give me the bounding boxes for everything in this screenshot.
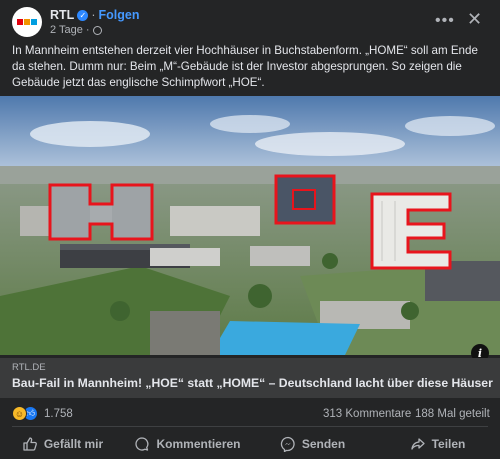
time-separator: · xyxy=(85,24,90,36)
verified-badge-icon: ✓ xyxy=(77,9,89,21)
globe-icon xyxy=(92,25,102,35)
more-icon[interactable]: ••• xyxy=(435,12,455,30)
divider xyxy=(12,426,488,427)
follow-button[interactable]: Folgen xyxy=(98,8,139,22)
share-icon xyxy=(410,437,425,450)
post-image[interactable] xyxy=(0,96,500,355)
aerial-photo xyxy=(0,96,500,355)
comment-button[interactable]: Kommentieren xyxy=(125,428,250,459)
post-text: In Mannheim entstehen derzeit vier Hochh… xyxy=(12,44,478,89)
comment-label: Kommentieren xyxy=(156,436,241,451)
link-domain: RTL.DE xyxy=(12,362,46,373)
separator: · xyxy=(91,8,96,22)
like-label: Gefällt mir xyxy=(43,436,104,451)
post-meta: 2 Tage · xyxy=(50,24,102,36)
share-button[interactable]: Teilen xyxy=(375,428,500,459)
action-bar: Gefällt mir Kommentieren Senden Teilen xyxy=(0,428,500,459)
page-name-row: RTL ✓ · Folgen xyxy=(50,8,139,22)
link-preview[interactable]: RTL.DE Bau-Fail in Mannheim! „HOE“ statt… xyxy=(0,358,500,398)
post-header: RTL ✓ · Folgen 2 Tage · ••• ✕ xyxy=(0,0,500,40)
comment-count[interactable]: 313 Kommentare xyxy=(323,408,411,420)
page-name[interactable]: RTL xyxy=(50,8,74,22)
comment-icon xyxy=(135,436,149,451)
like-button[interactable]: Gefällt mir xyxy=(0,428,125,459)
thumbs-up-icon xyxy=(23,436,37,451)
reaction-count: 1.758 xyxy=(44,407,73,420)
page-avatar[interactable] xyxy=(12,7,42,37)
reactions[interactable]: ☺ 👍︎ 1.758 xyxy=(12,406,73,421)
haha-reaction-icon: ☺ xyxy=(12,406,27,421)
rtl-logo xyxy=(17,19,37,25)
send-label: Senden xyxy=(301,436,346,451)
close-icon[interactable]: ✕ xyxy=(467,9,482,30)
messenger-icon xyxy=(280,436,295,452)
post-time[interactable]: 2 Tage xyxy=(50,24,83,36)
send-button[interactable]: Senden xyxy=(250,428,375,459)
share-label: Teilen xyxy=(431,436,466,451)
link-title[interactable]: Bau-Fail in Mannheim! „HOE“ statt „HOME“… xyxy=(12,376,493,390)
share-count[interactable]: 188 Mal geteilt xyxy=(415,408,490,420)
post-stats: ☺ 👍︎ 1.758 313 Kommentare 188 Mal geteil… xyxy=(0,398,500,428)
